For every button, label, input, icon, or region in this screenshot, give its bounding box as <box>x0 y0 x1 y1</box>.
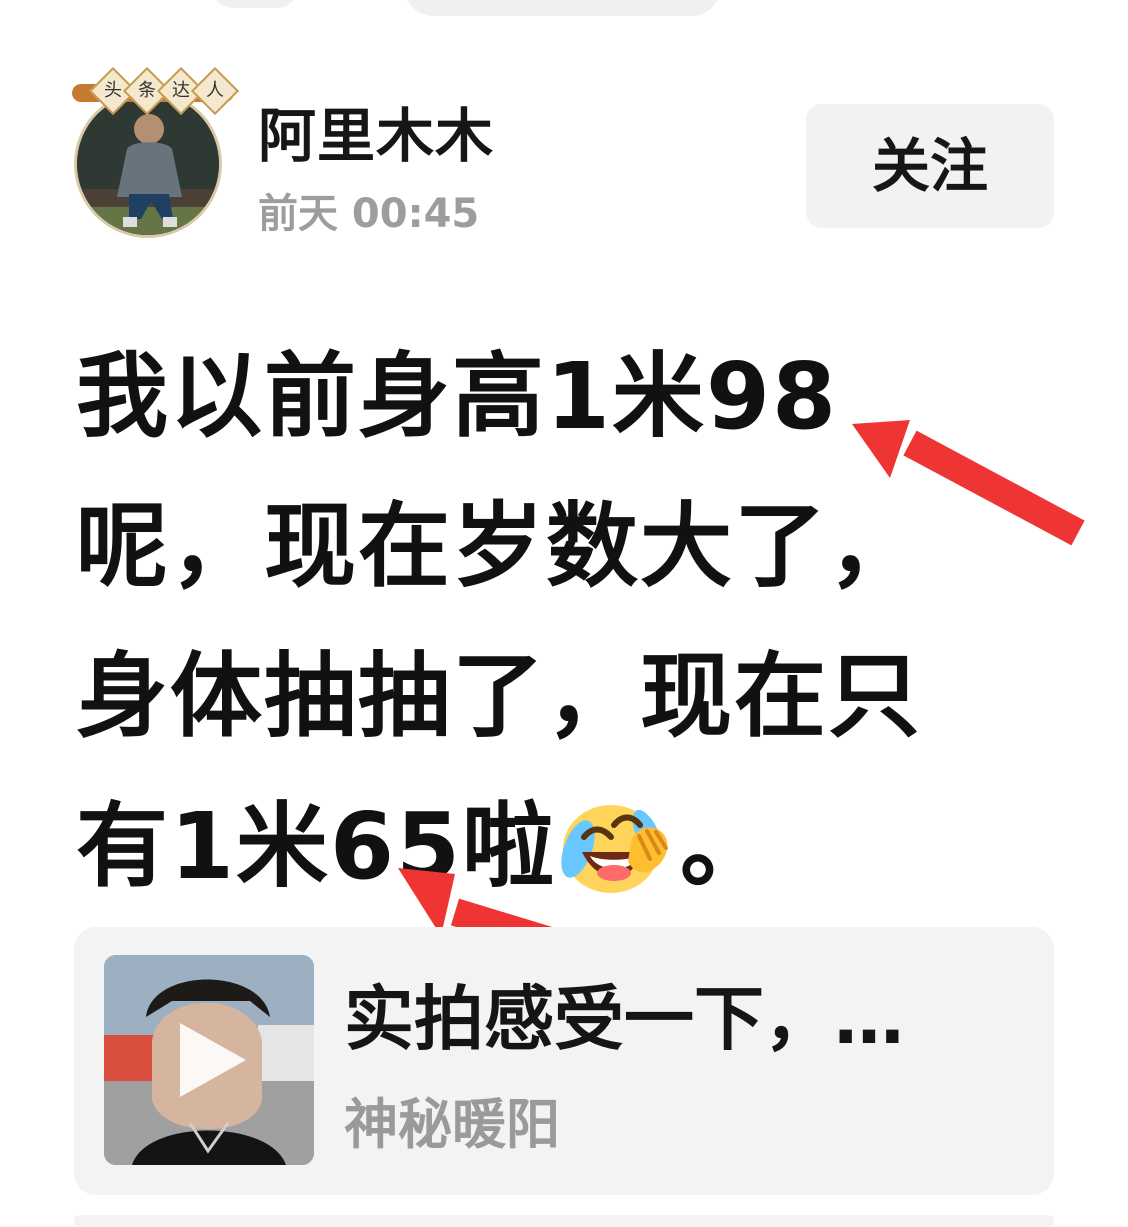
post-line-4-suffix: 。 <box>680 793 775 900</box>
top-nav-pill-right[interactable] <box>405 0 720 16</box>
badge-char-4: 人 <box>190 66 240 116</box>
author-avatar[interactable]: 头 条 达 人 <box>70 66 240 242</box>
post-line-4-text: 有1米65啦 <box>76 793 557 900</box>
post-time: 前天 00:45 <box>258 191 480 237</box>
post-line-2: 呢，现在岁数大了， <box>76 493 923 600</box>
video-thumbnail-image <box>104 955 314 1165</box>
laughing-crying-face-icon <box>561 804 669 893</box>
video-title[interactable]: 实拍感受一下，… <box>344 977 984 1061</box>
post-body: 我以前身高1米98 呢，现在岁数大了， 身体抽抽了，现在只 有1米65啦 。 <box>76 322 1036 922</box>
follow-button[interactable]: 关注 <box>806 104 1054 228</box>
top-nav-pill-left[interactable] <box>210 0 300 8</box>
post-line-3: 身体抽抽了，现在只 <box>76 643 923 750</box>
post-line-1: 我以前身高1米98 <box>76 343 839 450</box>
bottom-divider <box>74 1215 1054 1227</box>
linked-video-card[interactable]: 实拍感受一下，… 神秘暖阳 <box>74 927 1054 1195</box>
author-name[interactable]: 阿里木木 <box>258 102 494 170</box>
toutiao-expert-badge: 头 条 达 人 <box>72 66 240 120</box>
video-thumbnail[interactable] <box>104 955 314 1165</box>
post-line-4: 有1米65啦 。 <box>76 772 1036 922</box>
video-author[interactable]: 神秘暖阳 <box>344 1093 560 1157</box>
